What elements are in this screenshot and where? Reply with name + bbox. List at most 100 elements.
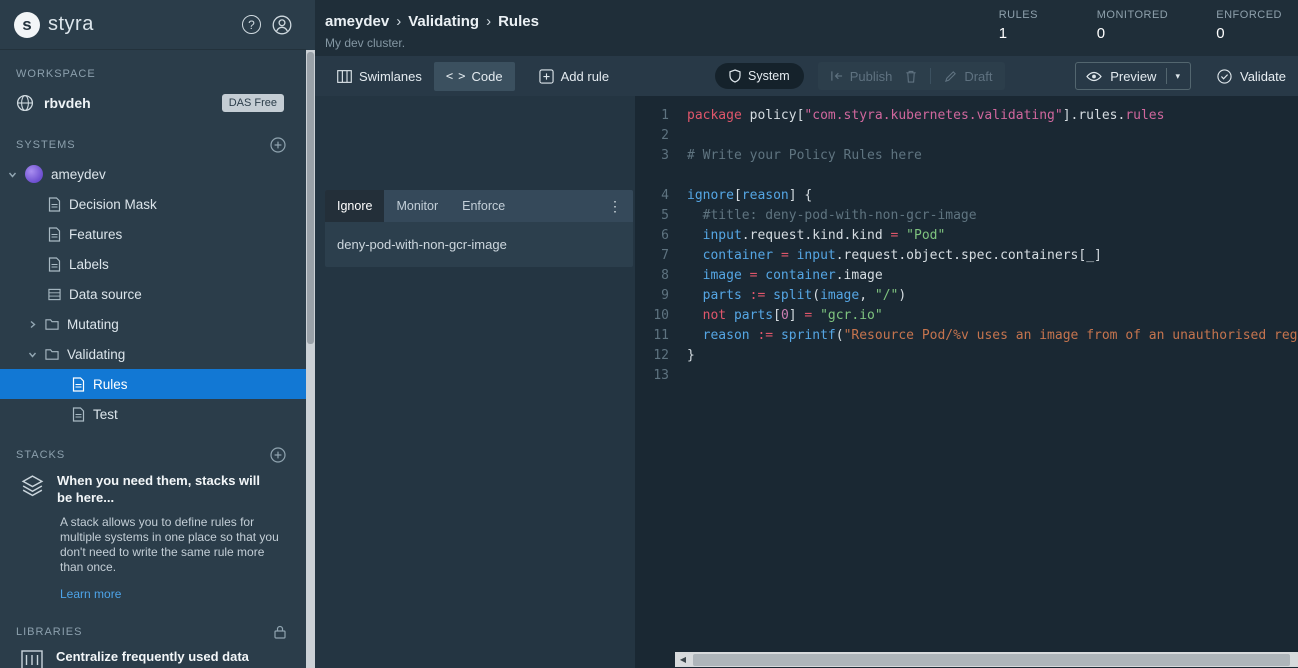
code-text[interactable]: #title: deny-pod-with-non-gcr-image (687, 206, 977, 226)
publish-button[interactable]: Publish (830, 69, 892, 84)
sidebar-item-mutating[interactable]: Mutating (0, 309, 306, 339)
code-line[interactable]: 1 package policy["com.styra.kubernetes.va… (635, 106, 1298, 126)
code-lines: 1 package policy["com.styra.kubernetes.va… (635, 96, 1298, 386)
add-rule-button[interactable]: Add rule (527, 62, 621, 91)
stat-label: ENFORCED (1216, 9, 1282, 21)
code-line[interactable]: 5 #title: deny-pod-with-non-gcr-image (635, 206, 1298, 226)
discard-draft-button[interactable] (905, 70, 917, 83)
sidebar-scrollbar-thumb[interactable] (307, 52, 314, 344)
sidebar-header: styra (0, 0, 306, 50)
code-text[interactable]: parts := split(image, "/") (687, 286, 907, 306)
code-line[interactable]: 2 (635, 126, 1298, 146)
chevron-down-icon[interactable] (1175, 71, 1180, 82)
code-button[interactable]: Code (433, 61, 515, 91)
preview-label: Preview (1110, 68, 1157, 84)
learn-more-link[interactable]: Learn more (60, 587, 121, 601)
preview-button[interactable]: Preview (1075, 62, 1191, 90)
swimlanes-button[interactable]: Swimlanes (325, 62, 434, 91)
kebab-menu-icon[interactable] (597, 190, 633, 222)
scrollbar-thumb[interactable] (693, 653, 1290, 666)
tab-ignore[interactable]: Ignore (325, 190, 385, 222)
library-icon (20, 649, 44, 668)
code-text[interactable]: } (687, 346, 695, 366)
code-line[interactable]: 7 container = input.request.object.spec.… (635, 246, 1298, 266)
sidebar-item-data-source[interactable]: Data source (0, 279, 306, 309)
stats-bar: RULES 1 MONITORED 0 ENFORCED 0 (999, 9, 1282, 42)
code-line[interactable]: 9 parts := split(image, "/") (635, 286, 1298, 306)
stack-layers-icon (20, 473, 45, 506)
sidebar-item-labels[interactable]: Labels (0, 249, 306, 279)
document-icon (48, 226, 61, 242)
rule-list-panel: Ignore Monitor Enforce deny-pod-with-non… (315, 96, 635, 668)
sidebar-content: styra WORKSPACE rbvdeh DAS Free SYSTEM (0, 0, 306, 668)
line-number: 4 (661, 188, 669, 203)
code-text[interactable]: ignore[reason] { (687, 186, 812, 206)
sidebar-item-ameydev[interactable]: ameydev (0, 159, 306, 189)
chevron-down-icon[interactable] (8, 170, 17, 179)
code-text[interactable]: # Write your Policy Rules here (687, 146, 922, 166)
workspace-row[interactable]: rbvdeh DAS Free (0, 91, 306, 115)
line-number: 7 (661, 248, 669, 263)
item-label: Data source (69, 286, 142, 302)
code-text[interactable]: not parts[0] = "gcr.io" (687, 306, 883, 326)
breadcrumb-separator: › (486, 13, 492, 30)
add-system-icon[interactable] (270, 137, 286, 153)
code-line[interactable]: 3 # Write your Policy Rules here (635, 146, 1298, 166)
code-text[interactable]: image = container.image (687, 266, 883, 286)
workspace-name: rbvdeh (44, 95, 91, 111)
code-text[interactable]: package policy["com.styra.kubernetes.val… (687, 106, 1164, 126)
breadcrumb-page[interactable]: Rules (498, 13, 539, 30)
code-line[interactable]: 8 image = container.image (635, 266, 1298, 286)
breadcrumb-system[interactable]: ameydev (325, 13, 389, 30)
scroll-left-arrow-icon[interactable] (675, 652, 691, 667)
code-line[interactable]: 4 ignore[reason] { (635, 186, 1298, 206)
code-text[interactable]: reason := sprintf("Resource Pod/%v uses … (687, 326, 1298, 346)
code-line[interactable]: 6 input.request.kind.kind = "Pod" (635, 226, 1298, 246)
profile-icon[interactable] (272, 15, 292, 35)
item-label: Validating (67, 346, 126, 362)
sidebar-item-test[interactable]: Test (0, 399, 306, 429)
globe-icon (16, 94, 34, 112)
code-line[interactable]: 13 (635, 366, 1298, 386)
line-number: 10 (653, 308, 669, 323)
sidebar-item-features[interactable]: Features (0, 219, 306, 249)
draft-button[interactable]: Draft (944, 69, 993, 84)
stat-rules: RULES 1 (999, 9, 1049, 42)
code-text[interactable]: container = input.request.object.spec.co… (687, 246, 1102, 266)
code-line[interactable]: 11 reason := sprintf("Resource Pod/%v us… (635, 326, 1298, 346)
code-line[interactable]: 10 not parts[0] = "gcr.io" (635, 306, 1298, 326)
code-editor[interactable]: 1 package policy["com.styra.kubernetes.va… (635, 96, 1298, 668)
chevron-right-icon[interactable] (28, 320, 37, 329)
systems-section-label: SYSTEMS (16, 139, 76, 151)
sidebar-item-rules[interactable]: Rules (0, 369, 306, 399)
sidebar-scrollbar[interactable] (306, 50, 315, 668)
help-icon[interactable] (242, 15, 261, 34)
system-avatar (25, 165, 43, 183)
code-text[interactable]: input.request.kind.kind = "Pod" (687, 226, 946, 246)
system-scope-button[interactable]: System (715, 63, 804, 89)
line-number: 3 (661, 148, 669, 163)
rule-card[interactable]: Ignore Monitor Enforce deny-pod-with-non… (325, 190, 633, 267)
add-stack-icon[interactable] (270, 447, 286, 463)
editor-horizontal-scrollbar[interactable] (675, 652, 1298, 667)
breadcrumb-folder[interactable]: Validating (408, 13, 479, 30)
stat-label: RULES (998, 9, 1038, 21)
system-subtitle: My dev cluster. (325, 36, 406, 50)
sidebar-item-validating[interactable]: Validating (0, 339, 306, 369)
tab-enforce[interactable]: Enforce (450, 190, 517, 222)
sidebar-item-decision-mask[interactable]: Decision Mask (0, 189, 306, 219)
add-rule-label: Add rule (560, 68, 610, 84)
code-line[interactable]: 12} (635, 346, 1298, 366)
stat-enforced: ENFORCED 0 (1216, 9, 1282, 42)
tab-monitor[interactable]: Monitor (384, 190, 450, 222)
styra-das-app: styra WORKSPACE rbvdeh DAS Free SYSTEM (0, 0, 1298, 668)
styra-logo[interactable]: styra (14, 11, 94, 38)
chevron-down-icon[interactable] (28, 350, 37, 359)
system-name-label: ameydev (51, 166, 106, 182)
stat-value: 1 (998, 25, 1008, 42)
code-icon (446, 69, 465, 83)
validate-button[interactable]: Validate (1217, 69, 1286, 84)
validate-label: Validate (1239, 68, 1286, 84)
line-number: 11 (653, 328, 669, 343)
stat-monitored: MONITORED 0 (1097, 9, 1169, 42)
